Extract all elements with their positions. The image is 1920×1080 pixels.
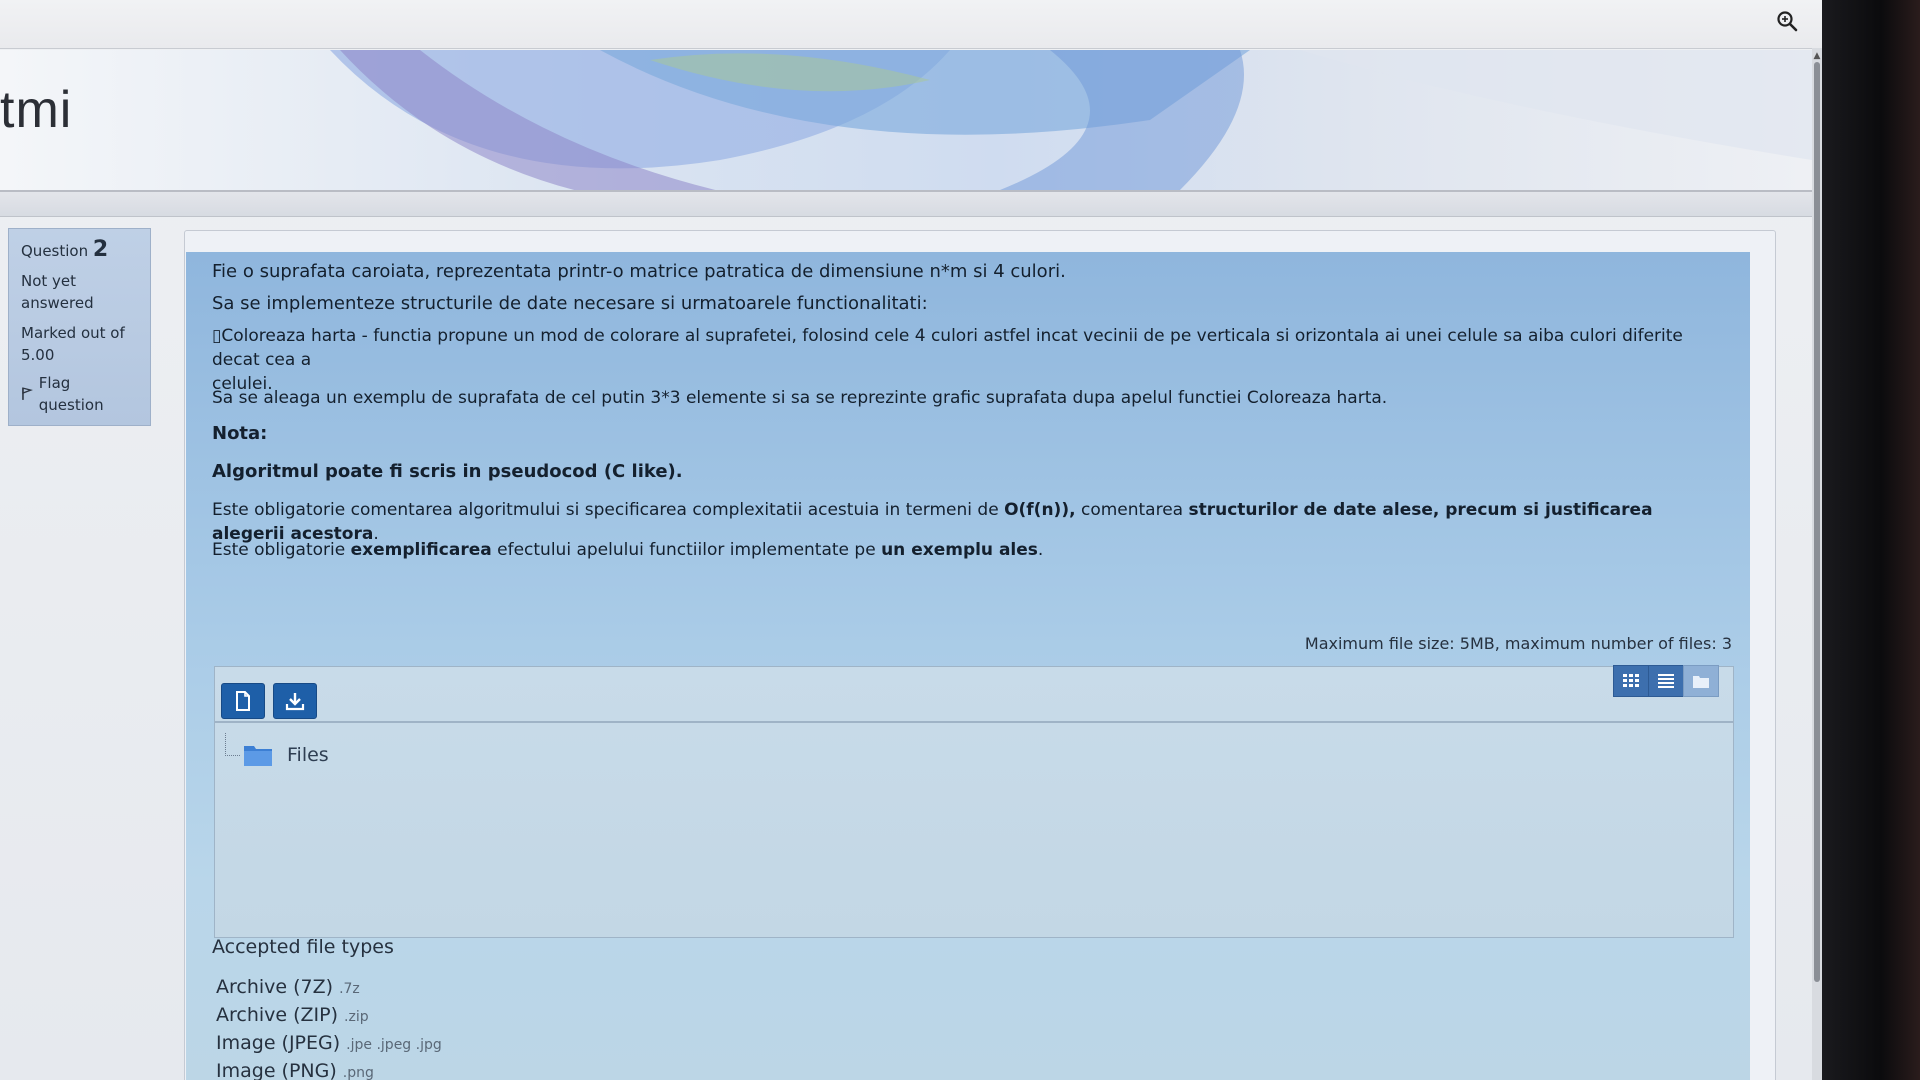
file-type-name: Archive (7Z) bbox=[216, 976, 334, 998]
question-paragraph-2: Sa se implementeze structurile de date n… bbox=[212, 293, 928, 314]
question-paragraph-4: Sa se aleaga un exemplu de suprafata de … bbox=[212, 388, 1388, 408]
grid-view-icon bbox=[1623, 674, 1639, 687]
folder-icon bbox=[244, 746, 272, 766]
flag-question-label: Flag question bbox=[38, 374, 104, 414]
file-drop-area[interactable]: Files bbox=[215, 723, 1733, 937]
tree-view-icon bbox=[1693, 676, 1709, 688]
file-type-name: Image (PNG) bbox=[216, 1060, 337, 1080]
question-label: Question bbox=[21, 242, 89, 260]
file-type-name: Archive (ZIP) bbox=[216, 1004, 339, 1026]
navbar-strip bbox=[0, 192, 1812, 217]
file-limits-text: Maximum file size: 5MB, maximum number o… bbox=[1304, 634, 1732, 653]
question-number-value: 2 bbox=[92, 237, 109, 262]
p6-text-d: un exemplu ales bbox=[881, 540, 1038, 560]
question-paragraph-3-text: ▯Coloreaza harta - functia propune un mo… bbox=[212, 326, 1683, 370]
note-heading: Nota: bbox=[212, 423, 268, 444]
file-type-ext: .png bbox=[342, 1065, 374, 1080]
list-view-button[interactable] bbox=[1648, 665, 1684, 697]
files-folder[interactable]: Files bbox=[243, 743, 329, 767]
download-icon bbox=[285, 693, 305, 711]
question-marks-line1: Marked out of bbox=[21, 324, 125, 342]
question-state: Not yet answered bbox=[21, 270, 138, 314]
tree-connector bbox=[225, 733, 240, 756]
scroll-up-arrow[interactable]: ▲ bbox=[1812, 50, 1822, 62]
algorithm-note: Algoritmul poate fi scris in pseudocod (… bbox=[212, 461, 683, 482]
zoom-icon[interactable] bbox=[1776, 10, 1798, 32]
list-view-icon bbox=[1658, 674, 1674, 688]
file-manager: Files bbox=[214, 665, 1734, 938]
file-type-item: Archive (7Z) .7z bbox=[216, 976, 360, 998]
p6-text-b: exemplificarea bbox=[350, 540, 492, 560]
file-type-ext: .zip bbox=[344, 1009, 369, 1025]
flag-icon bbox=[22, 387, 33, 400]
site-title[interactable]: tmi bbox=[0, 80, 72, 140]
flag-question-link[interactable]: Flag question bbox=[21, 372, 138, 416]
scrollbar-thumb[interactable] bbox=[1814, 62, 1820, 982]
monitor-bezel bbox=[1822, 0, 1920, 1080]
question-state-line2: answered bbox=[21, 294, 94, 312]
question-number: Question 2 bbox=[21, 239, 138, 262]
browser-top-bar bbox=[0, 0, 1822, 49]
tree-view-button[interactable] bbox=[1683, 665, 1719, 697]
p6-text-c: efectului apelului functiilor implementa… bbox=[491, 540, 882, 560]
add-file-icon bbox=[236, 691, 250, 711]
add-file-button[interactable] bbox=[221, 683, 265, 719]
p6-text-e: . bbox=[1037, 540, 1044, 560]
banner-decoration bbox=[330, 50, 1812, 190]
question-paragraph-6: Este obligatorie exemplificarea efectulu… bbox=[212, 538, 1712, 562]
file-type-ext: .7z bbox=[339, 981, 360, 997]
site-banner: tmi bbox=[0, 50, 1812, 192]
grid-view-button[interactable] bbox=[1613, 665, 1649, 697]
file-type-name: Image (JPEG) bbox=[216, 1032, 341, 1054]
accepted-file-types-heading: Accepted file types bbox=[212, 936, 394, 958]
question-text-box: Fie o suprafata caroiata, reprezentata p… bbox=[186, 252, 1750, 1080]
p5-text-b: O(f(n)), bbox=[1004, 500, 1076, 520]
p5-text-a: Este obligatorie comentarea algoritmului… bbox=[212, 500, 1005, 520]
file-type-ext: .jpe .jpeg .jpg bbox=[346, 1037, 442, 1053]
file-type-item: Archive (ZIP) .zip bbox=[216, 1004, 369, 1026]
question-info-box: Question 2 Not yet answered Marked out o… bbox=[8, 228, 151, 426]
files-folder-label: Files bbox=[287, 744, 329, 766]
question-grade: Marked out of 5.00 bbox=[21, 322, 138, 366]
question-paragraph-1: Fie o suprafata caroiata, reprezentata p… bbox=[212, 261, 1066, 282]
file-type-item: Image (JPEG) .jpe .jpeg .jpg bbox=[216, 1032, 442, 1054]
file-type-item: Image (PNG) .png bbox=[216, 1060, 374, 1080]
question-marks-line2: 5.00 bbox=[21, 346, 55, 364]
question-state-line1: Not yet bbox=[21, 272, 77, 290]
view-switcher bbox=[1613, 665, 1719, 697]
file-manager-toolbar bbox=[215, 665, 1733, 723]
browser-screen: tmi Question 2 Not yet answered Marked o… bbox=[0, 0, 1822, 1080]
download-all-button[interactable] bbox=[273, 683, 317, 719]
p5-text-c: comentarea bbox=[1075, 500, 1189, 520]
p6-text-a: Este obligatorie bbox=[212, 540, 351, 560]
